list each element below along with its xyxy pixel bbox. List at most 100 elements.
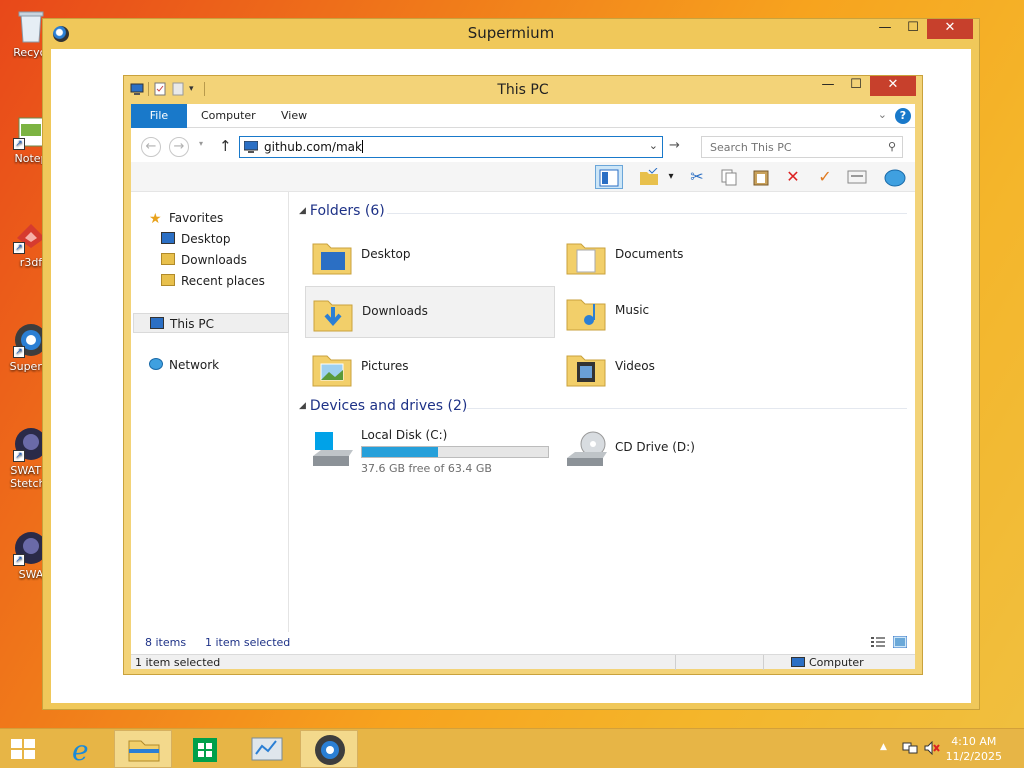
address-input[interactable]: github.com/mak	[264, 140, 363, 154]
collapse-triangle-icon[interactable]: ◢	[299, 206, 306, 216]
taskbar-file-explorer[interactable]	[114, 730, 172, 768]
folder-tile-desktop[interactable]: Desktop	[305, 230, 555, 282]
close-button[interactable]: ✕	[927, 19, 973, 39]
system-tray: ▲ 4:10 AM 11/2/2025	[864, 729, 1024, 768]
this-pc-icon	[150, 317, 164, 329]
desktop-icon	[161, 232, 175, 244]
group-divider	[467, 408, 907, 409]
selected-count: 1 item selected	[205, 636, 291, 649]
item-count: 8 items	[145, 636, 187, 649]
nav-desktop[interactable]: Desktop	[161, 229, 231, 249]
taskbar-store[interactable]	[176, 730, 234, 768]
folder-tile-pictures[interactable]: Pictures	[305, 342, 555, 394]
folder-tile-videos[interactable]: Videos	[559, 342, 809, 394]
pictures-folder-icon	[312, 355, 352, 387]
internet-explorer-icon: e	[72, 734, 89, 767]
minimize-button[interactable]: —	[814, 76, 842, 96]
close-button[interactable]: ✕	[870, 76, 916, 96]
details-pane-icon[interactable]	[595, 165, 623, 189]
maximize-button[interactable]: ☐	[899, 19, 927, 39]
recent-places-icon	[161, 274, 175, 286]
clock-date: 11/2/2025	[945, 750, 1002, 763]
show-hidden-icons-icon[interactable]: ▲	[880, 742, 887, 752]
paste-icon[interactable]	[747, 165, 775, 189]
explorer-window: ▾ This PC — ☐ ✕ File Computer View ⌄ ? ←…	[123, 75, 923, 675]
downloads-icon	[161, 253, 175, 265]
status-location: Computer	[791, 655, 864, 670]
group-header-devices[interactable]: ◢ Devices and drives (2)	[299, 398, 467, 414]
help-icon[interactable]: ?	[895, 108, 911, 124]
group-header-folders[interactable]: ◢ Folders (6)	[299, 203, 385, 219]
go-arrow-icon[interactable]: →	[669, 138, 680, 153]
globe-icon[interactable]	[881, 165, 909, 189]
back-button[interactable]: ←	[141, 137, 161, 157]
explorer-client: File Computer View ⌄ ? ← → ▾ ↑ github.co…	[131, 104, 915, 670]
address-bar[interactable]: github.com/mak ⌄	[239, 136, 663, 158]
this-pc-icon	[244, 141, 258, 153]
search-input[interactable]	[702, 137, 878, 157]
taskbar-clock[interactable]: 4:10 AM 11/2/2025	[946, 734, 1002, 764]
properties-icon[interactable]	[843, 165, 871, 189]
cd-drive-icon	[567, 431, 607, 466]
expand-ribbon-icon[interactable]: ⌄	[878, 108, 887, 121]
search-icon[interactable]: ⚲	[888, 140, 896, 153]
file-explorer-icon	[128, 740, 160, 762]
delete-icon[interactable]: ✕	[779, 165, 807, 189]
maximize-button[interactable]: ☐	[842, 76, 870, 96]
ribbon-tabs: File Computer View ⌄ ?	[131, 104, 915, 128]
group-divider	[387, 213, 907, 214]
computer-icon	[791, 657, 805, 667]
folder-tile-documents[interactable]: Documents	[559, 230, 809, 282]
rename-check-icon[interactable]: ✓	[811, 165, 839, 189]
status-selection: 1 item selected	[135, 656, 221, 669]
folder-tile-downloads[interactable]: Downloads	[305, 286, 555, 338]
address-dropdown-icon[interactable]: ⌄	[649, 139, 658, 152]
taskbar-control-panel[interactable]	[238, 730, 296, 768]
drive-tile-d[interactable]: CD Drive (D:)	[559, 424, 809, 474]
shortcut-arrow-icon: ↗	[13, 554, 25, 566]
network-icon	[149, 358, 163, 370]
taskbar-supermium[interactable]	[300, 730, 358, 768]
tab-computer[interactable]: Computer	[189, 104, 268, 128]
disk-usage-bar	[361, 446, 549, 458]
minimize-button[interactable]: —	[871, 19, 899, 39]
taskbar-internet-explorer[interactable]: e	[54, 730, 112, 768]
explorer-title: This PC	[497, 82, 549, 98]
info-bar: 8 items 1 item selected	[131, 632, 915, 654]
shortcut-arrow-icon: ↗	[13, 242, 25, 254]
star-icon: ★	[149, 211, 162, 227]
forward-button[interactable]: →	[169, 137, 189, 157]
clock-time: 4:10 AM	[951, 735, 997, 748]
volume-muted-icon[interactable]	[924, 741, 940, 755]
tiles-view-icon[interactable]	[893, 636, 907, 648]
hard-drive-icon	[313, 432, 353, 466]
shortcut-arrow-icon: ↗	[13, 346, 25, 358]
start-button[interactable]	[8, 737, 38, 761]
explorer-titlebar[interactable]: ▾ This PC — ☐ ✕	[124, 76, 922, 104]
nav-downloads[interactable]: Downloads	[161, 250, 247, 270]
options-dropdown-icon[interactable]: ▾	[657, 165, 685, 189]
up-button[interactable]: ↑	[219, 137, 232, 155]
desktop-folder-icon	[312, 243, 352, 275]
address-row: ← → ▾ ↑ github.com/mak ⌄ → ⚲	[131, 128, 915, 162]
supermium-titlebar[interactable]: Supermium	[43, 19, 979, 49]
cut-icon[interactable]: ✂	[683, 165, 711, 189]
taskbar: e ▲ 4:10 AM 11/2/2025	[0, 728, 1024, 768]
collapse-triangle-icon[interactable]: ◢	[299, 401, 306, 411]
nav-network[interactable]: Network	[149, 355, 219, 375]
search-box[interactable]: ⚲	[701, 136, 903, 158]
copy-icon[interactable]	[715, 165, 743, 189]
nav-recent-places[interactable]: Recent places	[161, 271, 265, 291]
shortcut-arrow-icon: ↗	[13, 138, 25, 150]
documents-folder-icon	[566, 243, 606, 275]
folder-tile-music[interactable]: Music	[559, 286, 809, 338]
nav-this-pc[interactable]: This PC	[133, 313, 289, 333]
drive-tile-c[interactable]: Local Disk (C:) 37.6 GB free of 63.4 GB	[305, 424, 555, 475]
recent-locations-icon[interactable]: ▾	[199, 139, 203, 148]
network-status-icon[interactable]	[902, 741, 918, 755]
downloads-folder-icon	[313, 300, 353, 332]
nav-favorites[interactable]: ★ Favorites	[149, 208, 223, 228]
tab-file[interactable]: File	[131, 104, 187, 128]
details-view-icon[interactable]	[871, 636, 885, 648]
tab-view[interactable]: View	[269, 104, 319, 128]
